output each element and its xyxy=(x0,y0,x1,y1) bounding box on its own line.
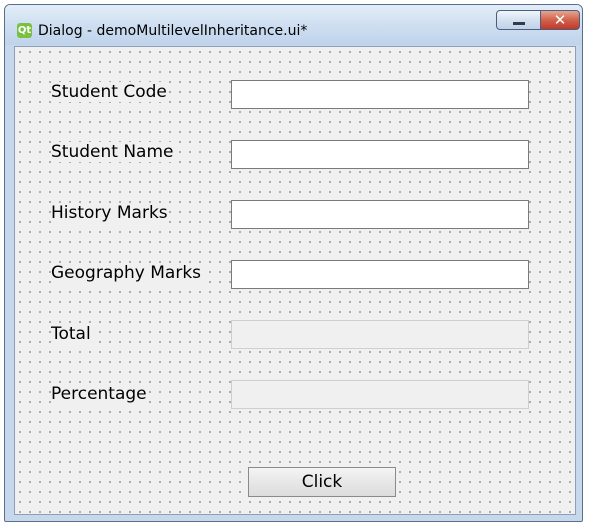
title-bar[interactable]: Qt Dialog - demoMultilevelInheritance.ui… xyxy=(5,5,582,45)
close-icon: ✕ xyxy=(553,11,567,29)
history-marks-label: History Marks xyxy=(51,203,168,223)
student-name-input[interactable] xyxy=(231,140,529,169)
total-output xyxy=(231,320,529,349)
geography-marks-label: Geography Marks xyxy=(51,263,202,283)
student-code-input[interactable] xyxy=(231,80,529,109)
history-marks-input[interactable] xyxy=(231,200,529,229)
close-button[interactable]: ✕ xyxy=(540,10,580,30)
geography-marks-input[interactable] xyxy=(231,260,529,289)
percentage-output xyxy=(231,380,529,409)
minimize-button[interactable] xyxy=(496,10,541,30)
window-title: Dialog - demoMultilevelInheritance.ui* xyxy=(38,23,308,39)
dialog-window: Qt Dialog - demoMultilevelInheritance.ui… xyxy=(4,4,583,522)
click-button-label: Click xyxy=(301,472,343,492)
student-name-label: Student Name xyxy=(51,142,174,162)
form-canvas: Student Code Student Name History Marks … xyxy=(14,46,576,515)
qt-logo-icon: Qt xyxy=(17,23,32,38)
student-code-label: Student Code xyxy=(51,82,167,102)
percentage-label: Percentage xyxy=(51,384,147,404)
total-label: Total xyxy=(51,324,91,344)
minimize-icon xyxy=(512,21,525,25)
click-button[interactable]: Click xyxy=(248,467,396,497)
